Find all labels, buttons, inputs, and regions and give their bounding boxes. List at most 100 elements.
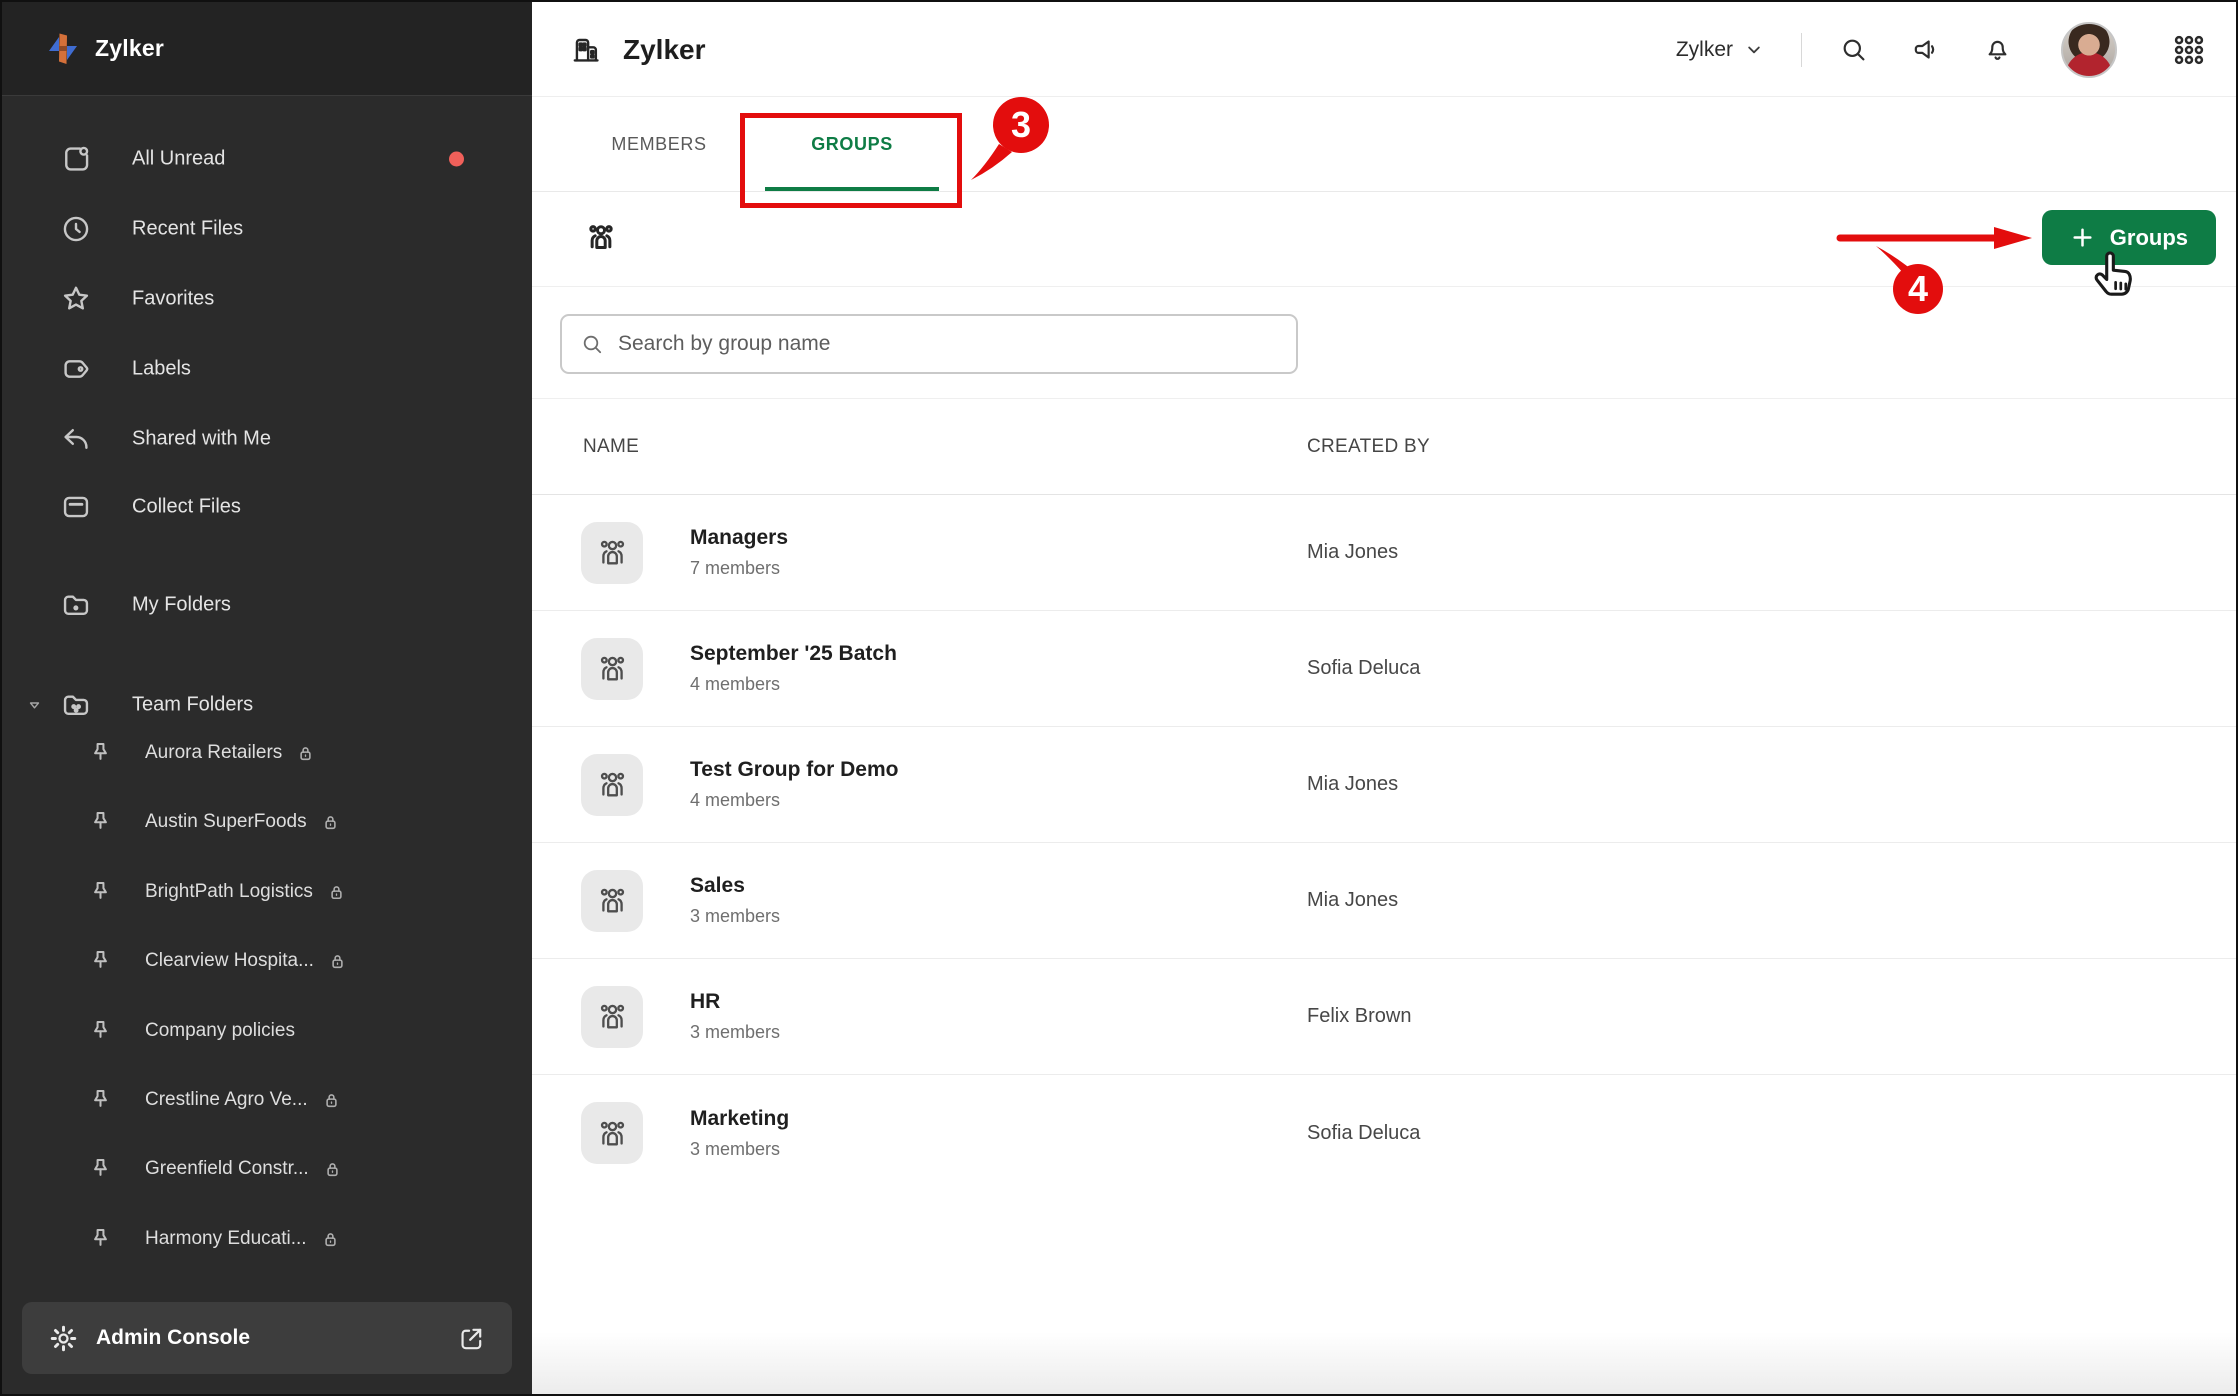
admin-console-label: Admin Console (96, 1326, 250, 1350)
team-folder-company-policies[interactable]: Company policies (2, 1008, 532, 1054)
sidebar-item-label: Recent Files (132, 218, 243, 241)
team-folder-label: Harmony Educati... (145, 1228, 307, 1250)
notifications-bell-icon[interactable] (1983, 35, 2012, 64)
lock-icon (320, 812, 341, 833)
group-people-icon (594, 766, 631, 803)
group-created-by: Sofia Deluca (1307, 657, 1420, 680)
group-name: HR (690, 990, 780, 1014)
group-people-icon (594, 882, 631, 919)
sidebar-item-collect-files[interactable]: Collect Files (2, 484, 532, 530)
sidebar-item-recent-files[interactable]: Recent Files (2, 206, 532, 252)
group-created-by: Sofia Deluca (1307, 1122, 1420, 1145)
sidebar-item-all-unread[interactable]: All Unread (2, 136, 532, 182)
table-row-managers[interactable]: Managers7 members Mia Jones (532, 495, 2236, 611)
lock-icon (322, 1159, 343, 1180)
sidebar-item-label: Team Folders (132, 694, 253, 717)
clock-icon (60, 213, 92, 245)
sidebar-item-shared-with-me[interactable]: Shared with Me (2, 416, 532, 462)
admin-console-button[interactable]: Admin Console (22, 1302, 512, 1374)
group-name: Marketing (690, 1107, 789, 1131)
group-avatar (581, 986, 643, 1048)
workdrive-app-window: Zylker All Unread Recent Files Favorites… (0, 0, 2238, 1396)
group-member-count: 3 members (690, 1022, 780, 1043)
tab-members[interactable]: MEMBERS (593, 97, 725, 192)
table-row-september-25-batch[interactable]: September '25 Batch 4 members Sofia Deluc… (532, 611, 2236, 727)
sidebar: Zylker All Unread Recent Files Favorites… (2, 2, 532, 1394)
gear-icon (48, 1323, 79, 1354)
search-icon[interactable] (1839, 35, 1868, 64)
pushpin-icon (87, 1087, 114, 1114)
brand-logo: Zylker (2, 2, 532, 96)
add-groups-button[interactable]: Groups (2042, 210, 2216, 265)
team-folder-aurora-retailers[interactable]: Aurora Retailers (2, 730, 532, 776)
page-title: Zylker (623, 34, 706, 66)
table-row-sales[interactable]: Sales3 members Mia Jones (532, 843, 2236, 959)
lock-icon (321, 1090, 342, 1111)
star-icon (60, 283, 92, 315)
folder-icon (60, 589, 92, 621)
tab-bar: MEMBERS GROUPS (532, 97, 2236, 192)
header-divider (1801, 33, 1802, 67)
group-search-box (560, 314, 1298, 374)
org-title: Zylker (570, 2, 706, 97)
group-name: September '25 Batch (690, 642, 897, 666)
team-folder-brightpath-logistics[interactable]: BrightPath Logistics (2, 869, 532, 915)
group-name: Test Group for Demo (690, 758, 898, 782)
org-switcher-label: Zylker (1676, 38, 1733, 62)
pushpin-icon (87, 879, 114, 906)
pushpin-icon (87, 740, 114, 767)
user-avatar[interactable] (2061, 22, 2117, 78)
sidebar-item-team-folders[interactable]: Team Folders (2, 682, 532, 728)
lock-icon (327, 951, 348, 972)
org-switcher[interactable]: Zylker (1676, 38, 1764, 62)
group-member-count: 4 members (690, 674, 897, 695)
lock-icon (295, 743, 316, 764)
team-folder-label: Company policies (145, 1020, 295, 1042)
pushpin-icon (87, 1226, 114, 1253)
group-created-by: Mia Jones (1307, 889, 1398, 912)
group-search-input[interactable] (618, 316, 1296, 372)
sidebar-item-label: Collect Files (132, 496, 241, 519)
team-folder-crestline-agro[interactable]: Crestline Agro Ve... (2, 1077, 532, 1123)
table-row-marketing[interactable]: Marketing3 members Sofia Deluca (532, 1075, 2236, 1191)
table-row-test-group-for-demo[interactable]: Test Group for Demo4 members Mia Jones (532, 727, 2236, 843)
team-folder-label: Clearview Hospita... (145, 950, 314, 972)
header-actions: Zylker (1676, 2, 2206, 97)
caret-down-icon[interactable] (25, 696, 44, 715)
announcement-icon[interactable] (1911, 35, 1940, 64)
group-name: Sales (690, 874, 780, 898)
pushpin-icon (87, 1018, 114, 1045)
collect-drawer-icon (60, 491, 92, 523)
groups-table: Managers7 members Mia Jones September '2… (532, 495, 2236, 1191)
groups-view-icon[interactable] (583, 219, 619, 255)
group-people-icon (594, 650, 631, 687)
plus-icon (2070, 225, 2095, 250)
team-folder-label: Aurora Retailers (145, 742, 282, 764)
group-created-by: Mia Jones (1307, 773, 1398, 796)
group-member-count: 7 members (690, 558, 788, 579)
team-folder-harmony-education[interactable]: Harmony Educati... (2, 1216, 532, 1262)
sidebar-item-favorites[interactable]: Favorites (2, 276, 532, 322)
group-created-by: Mia Jones (1307, 541, 1398, 564)
apps-grid-icon[interactable] (2172, 33, 2206, 67)
team-folder-austin-superfoods[interactable]: Austin SuperFoods (2, 799, 532, 845)
team-folder-label: BrightPath Logistics (145, 881, 313, 903)
sidebar-item-label: My Folders (132, 594, 231, 617)
sidebar-item-labels[interactable]: Labels (2, 346, 532, 392)
group-created-by: Felix Brown (1307, 1005, 1411, 1028)
team-folder-greenfield-construction[interactable]: Greenfield Constr... (2, 1146, 532, 1192)
tab-groups[interactable]: GROUPS (757, 97, 947, 192)
team-folder-clearview-hospital[interactable]: Clearview Hospita... (2, 938, 532, 984)
search-section (532, 287, 2236, 399)
sidebar-item-label: Favorites (132, 288, 214, 311)
column-header-name: NAME (583, 436, 639, 458)
sidebar-item-my-folders[interactable]: My Folders (2, 582, 532, 628)
active-tab-underline (765, 187, 939, 191)
table-row-hr[interactable]: HR 3 members Felix Brown (532, 959, 2236, 1075)
tag-icon (60, 353, 92, 385)
group-avatar (581, 1102, 643, 1164)
table-header: NAME CREATED BY (532, 399, 2236, 495)
search-icon (580, 332, 604, 356)
group-avatar (581, 870, 643, 932)
unread-dot-badge (449, 152, 464, 167)
